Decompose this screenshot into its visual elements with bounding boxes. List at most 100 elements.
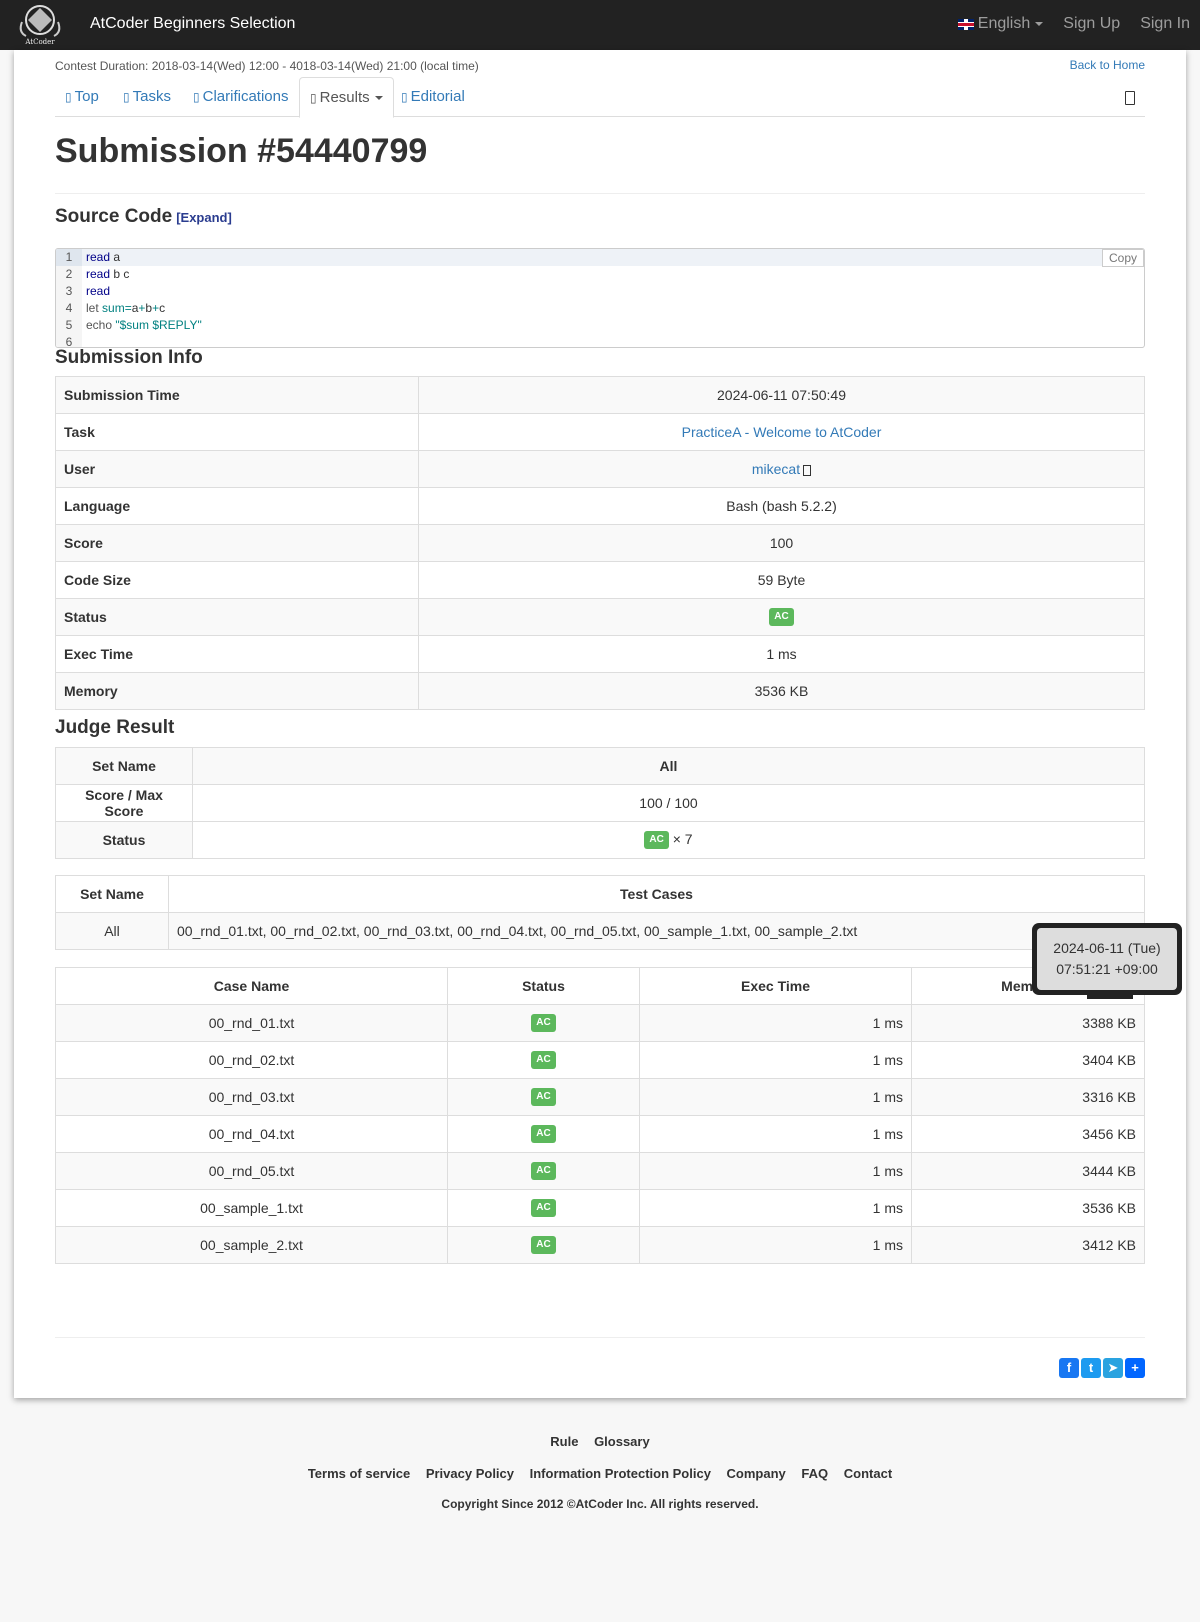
status-badge: AC	[769, 608, 794, 627]
expand-link[interactable]: [Expand]	[176, 210, 232, 225]
source-code-heading: Source Code [Expand]	[55, 206, 232, 227]
score-max-score: 100 / 100	[192, 784, 1145, 822]
footer-link-terms[interactable]: Terms of service	[308, 1466, 410, 1481]
table-row: Set Name All	[55, 747, 1145, 785]
add-share-icon[interactable]: +	[1125, 1358, 1145, 1378]
score-value: 100	[418, 524, 1145, 562]
code-line: 2 read b c	[56, 266, 1144, 283]
navbar: AtCoder AtCoder Beginners Selection Engl…	[0, 0, 1200, 50]
tab-tasks[interactable]: ▯ Tasks	[113, 77, 181, 117]
code-line: 1 read a	[56, 249, 1144, 266]
time-tooltip: 2024-06-11 (Tue) 07:51:21 +09:00	[1032, 923, 1182, 995]
tooltip-date: 2024-06-11 (Tue)	[1053, 940, 1161, 956]
caret-down-icon	[374, 96, 383, 101]
tab-results[interactable]: ▯ Results	[299, 77, 394, 118]
uk-flag-icon	[957, 18, 974, 30]
language-dropdown[interactable]: English	[957, 15, 1044, 33]
status-badge: AC	[531, 1199, 556, 1218]
status-badge: AC	[531, 1162, 556, 1181]
code-size-value: 59 Byte	[418, 561, 1145, 599]
telegram-share-icon[interactable]: ➤	[1103, 1358, 1123, 1378]
brand-title[interactable]: AtCoder Beginners Selection	[90, 15, 295, 33]
tooltip-arrow	[1087, 995, 1133, 999]
footer-row-1: Rule Glossary	[0, 1434, 1200, 1449]
status-badge: AC	[531, 1014, 556, 1033]
status-badge: AC	[531, 1088, 556, 1107]
signin-link[interactable]: Sign In	[1140, 15, 1190, 33]
status-badge: AC	[644, 831, 669, 850]
page-title: Submission #54440799	[55, 132, 428, 170]
caret-down-icon	[1035, 22, 1044, 26]
language-value: Bash (bash 5.2.2)	[418, 487, 1145, 525]
tooltip-time: 07:51:21 +09:00	[1056, 961, 1158, 977]
copyright: Copyright Since 2012 ©AtCoder Inc. All r…	[441, 1497, 759, 1511]
code-line: 6	[56, 334, 1144, 347]
code-line: 5 echo "$sum $REPLY"	[56, 317, 1144, 334]
judge-result-table: Set Name All Score / Max Score 100 / 100…	[55, 747, 1145, 859]
footer-link-company[interactable]: Company	[727, 1466, 786, 1481]
tab-editorial[interactable]: ▯ Editorial	[391, 77, 475, 117]
table-row: User mikecat	[55, 450, 1145, 488]
footer-link-rule[interactable]: Rule	[550, 1434, 578, 1449]
footer-link-glossary[interactable]: Glossary	[594, 1434, 650, 1449]
table-row: Code Size 59 Byte	[55, 561, 1145, 599]
divider	[55, 1337, 1145, 1338]
footer-link-contact[interactable]: Contact	[844, 1466, 892, 1481]
copy-button[interactable]: Copy	[1102, 249, 1144, 267]
submission-time: 2024-06-11 07:50:49	[418, 376, 1145, 414]
exec-time-value: 1 ms	[418, 635, 1145, 673]
submission-info-table: Submission Time 2024-06-11 07:50:49 Task…	[55, 376, 1145, 710]
twitter-share-icon[interactable]: t	[1081, 1358, 1101, 1378]
task-link[interactable]: PracticeA - Welcome to AtCoder	[682, 424, 882, 440]
atcoder-logo-icon[interactable]: AtCoder	[14, 2, 66, 46]
table-row: Set Name Test Cases	[55, 875, 1145, 913]
user-link[interactable]: mikecat	[752, 461, 800, 477]
table-row: All 00_rnd_01.txt, 00_rnd_02.txt, 00_rnd…	[55, 912, 1145, 950]
memory-value: 3536 KB	[418, 672, 1145, 710]
table-row: Score / Max Score 100 / 100	[55, 784, 1145, 822]
table-row: Exec Time 1 ms	[55, 635, 1145, 673]
home-icon: ▯	[65, 90, 72, 104]
footer-link-faq[interactable]: FAQ	[801, 1466, 828, 1481]
status-count: × 7	[672, 830, 693, 847]
facebook-share-icon[interactable]: f	[1059, 1358, 1079, 1378]
table-row: Score 100	[55, 524, 1145, 562]
test-sets-table: Set Name Test Cases All 00_rnd_01.txt, 0…	[55, 875, 1145, 950]
code-line: 3 read	[56, 283, 1144, 300]
table-row: Submission Time 2024-06-11 07:50:49	[55, 376, 1145, 414]
footer-link-info-protection[interactable]: Information Protection Policy	[530, 1466, 711, 1481]
fullscreen-icon[interactable]	[1125, 91, 1135, 105]
status-badge: AC	[531, 1236, 556, 1255]
divider	[55, 193, 1145, 194]
table-row: 00_sample_2.txt AC 1 ms 3412 KB	[55, 1226, 1145, 1264]
table-row: Task PracticeA - Welcome to AtCoder	[55, 413, 1145, 451]
user-page-icon[interactable]	[803, 464, 812, 476]
test-cases-table: Case Name Status Exec Time Memory 00_rnd…	[55, 967, 1145, 1264]
table-row: Status AC	[55, 598, 1145, 636]
tab-top[interactable]: ▯ Top	[55, 77, 109, 117]
status-badge: AC	[531, 1125, 556, 1144]
footer-row-2: Terms of service Privacy Policy Informat…	[0, 1466, 1200, 1481]
language-label: English	[977, 15, 1031, 32]
tab-clarifications[interactable]: ▯ Clarifications	[183, 77, 298, 117]
signup-link[interactable]: Sign Up	[1063, 15, 1120, 33]
table-row: 00_sample_1.txt AC 1 ms 3536 KB	[55, 1189, 1145, 1227]
source-code-box[interactable]: 1 read a 2 read b c 3 read 4 let sum=a+b…	[55, 248, 1145, 348]
status-badge: AC	[531, 1051, 556, 1070]
table-row: Status AC × 7	[55, 821, 1145, 859]
share-buttons: f t ➤ +	[1059, 1358, 1145, 1378]
table-header-row: Case Name Status Exec Time Memory	[55, 967, 1145, 1005]
test-case-list: 00_rnd_01.txt, 00_rnd_02.txt, 00_rnd_03.…	[168, 912, 1145, 950]
back-to-home-link[interactable]: Back to Home	[1070, 58, 1145, 72]
main-panel: Contest Duration: 2018-03-14(Wed) 12:00 …	[14, 50, 1186, 1398]
navbar-right: English Sign Up Sign In	[938, 15, 1190, 33]
question-icon: ▯	[193, 90, 200, 104]
results-icon: ▯	[310, 91, 317, 105]
footer-link-privacy[interactable]: Privacy Policy	[426, 1466, 514, 1481]
contest-tabs: ▯ Top ▯ Tasks ▯ Clarifications ▯ Results ▯ Ed…	[55, 77, 1145, 118]
code-line: 4 let sum=a+b+c	[56, 300, 1144, 317]
tasks-icon: ▯	[123, 90, 130, 104]
table-row: Language Bash (bash 5.2.2)	[55, 487, 1145, 525]
judge-result-heading: Judge Result	[55, 717, 175, 738]
submission-info-heading: Submission Info	[55, 347, 203, 368]
